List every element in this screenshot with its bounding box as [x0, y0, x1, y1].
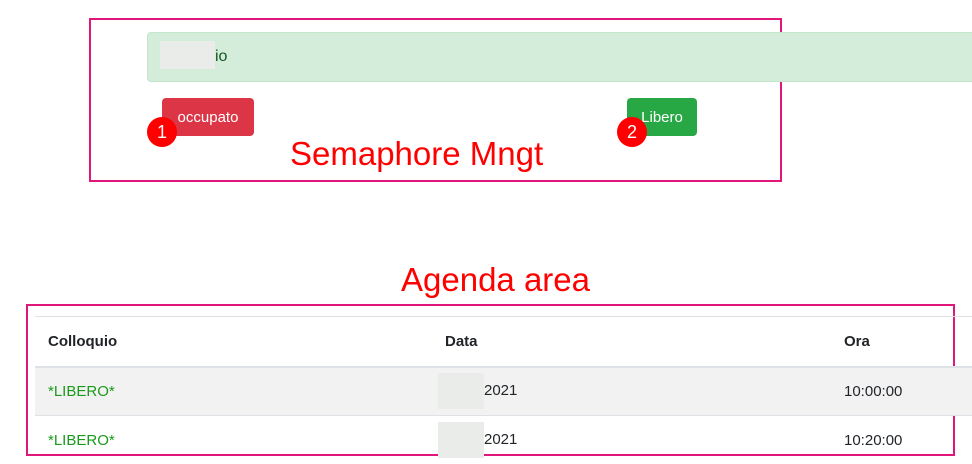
data-cell-year: 2021: [484, 382, 518, 400]
table-header-row: Colloquio Data Ora: [35, 316, 972, 368]
agenda-table: Colloquio Data Ora *LIBERO* 2021 10:00:0…: [35, 316, 972, 464]
ora-cell: 10:20:00: [831, 415, 972, 464]
data-cell-year: 2021: [484, 431, 518, 449]
agenda-annotation-label: Agenda area: [401, 261, 590, 298]
status-alert: io: [147, 32, 972, 82]
table-row[interactable]: *LIBERO* 2021 10:00:00: [35, 366, 972, 416]
redacted-text: [438, 373, 484, 410]
data-cell: 2021: [432, 415, 831, 464]
redacted-text: [160, 40, 215, 69]
colloquio-cell: *LIBERO*: [35, 415, 432, 464]
redacted-text: [438, 422, 484, 459]
status-alert-text: io: [215, 48, 228, 65]
annotation-badge-1: 1: [147, 117, 177, 147]
data-cell: 2021: [432, 366, 831, 416]
colloquio-cell: *LIBERO*: [35, 366, 432, 416]
annotation-badge-2: 2: [617, 117, 647, 147]
column-header-ora: Ora: [831, 316, 972, 368]
semaphore-annotation-label: Semaphore Mngt: [290, 135, 544, 172]
ora-cell: 10:00:00: [831, 366, 972, 416]
column-header-colloquio: Colloquio: [35, 316, 432, 368]
table-row[interactable]: *LIBERO* 2021 10:20:00: [35, 415, 972, 464]
column-header-data: Data: [432, 316, 831, 368]
